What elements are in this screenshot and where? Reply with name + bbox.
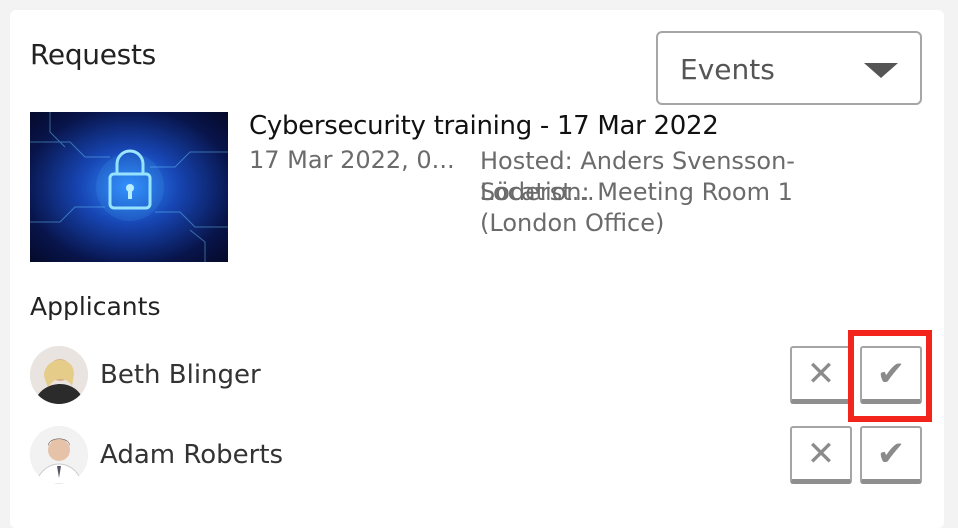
reject-button[interactable]: ✕ xyxy=(790,346,852,404)
caret-down-icon xyxy=(864,63,898,78)
event-location: Location: Meeting Room 1 (London Office) xyxy=(480,178,793,237)
event-thumbnail[interactable] xyxy=(30,112,228,262)
dropdown-selected-value: Events xyxy=(680,53,775,86)
close-icon: ✕ xyxy=(806,353,836,394)
applicant-name: Adam Roberts xyxy=(100,440,284,470)
close-icon: ✕ xyxy=(806,433,836,474)
highlight-box xyxy=(848,330,932,422)
event-title[interactable]: Cybersecurity training - 17 Mar 2022 xyxy=(249,111,719,141)
applicant-row: Adam Roberts ✕ ✔ xyxy=(30,426,930,486)
accept-button[interactable]: ✔ xyxy=(860,426,922,484)
applicant-name: Beth Blinger xyxy=(100,360,261,390)
avatar xyxy=(30,346,88,404)
reject-button[interactable]: ✕ xyxy=(790,426,852,484)
check-icon: ✔ xyxy=(876,433,906,474)
lock-icon xyxy=(30,112,228,262)
applicants-heading: Applicants xyxy=(30,292,161,321)
events-filter-dropdown[interactable]: Events xyxy=(656,31,922,105)
applicant-row: Beth Blinger ✕ ✔ xyxy=(30,346,930,406)
panel-title: Requests xyxy=(30,38,156,71)
avatar xyxy=(30,426,88,484)
event-date: 17 Mar 2022, 0... xyxy=(249,146,455,174)
